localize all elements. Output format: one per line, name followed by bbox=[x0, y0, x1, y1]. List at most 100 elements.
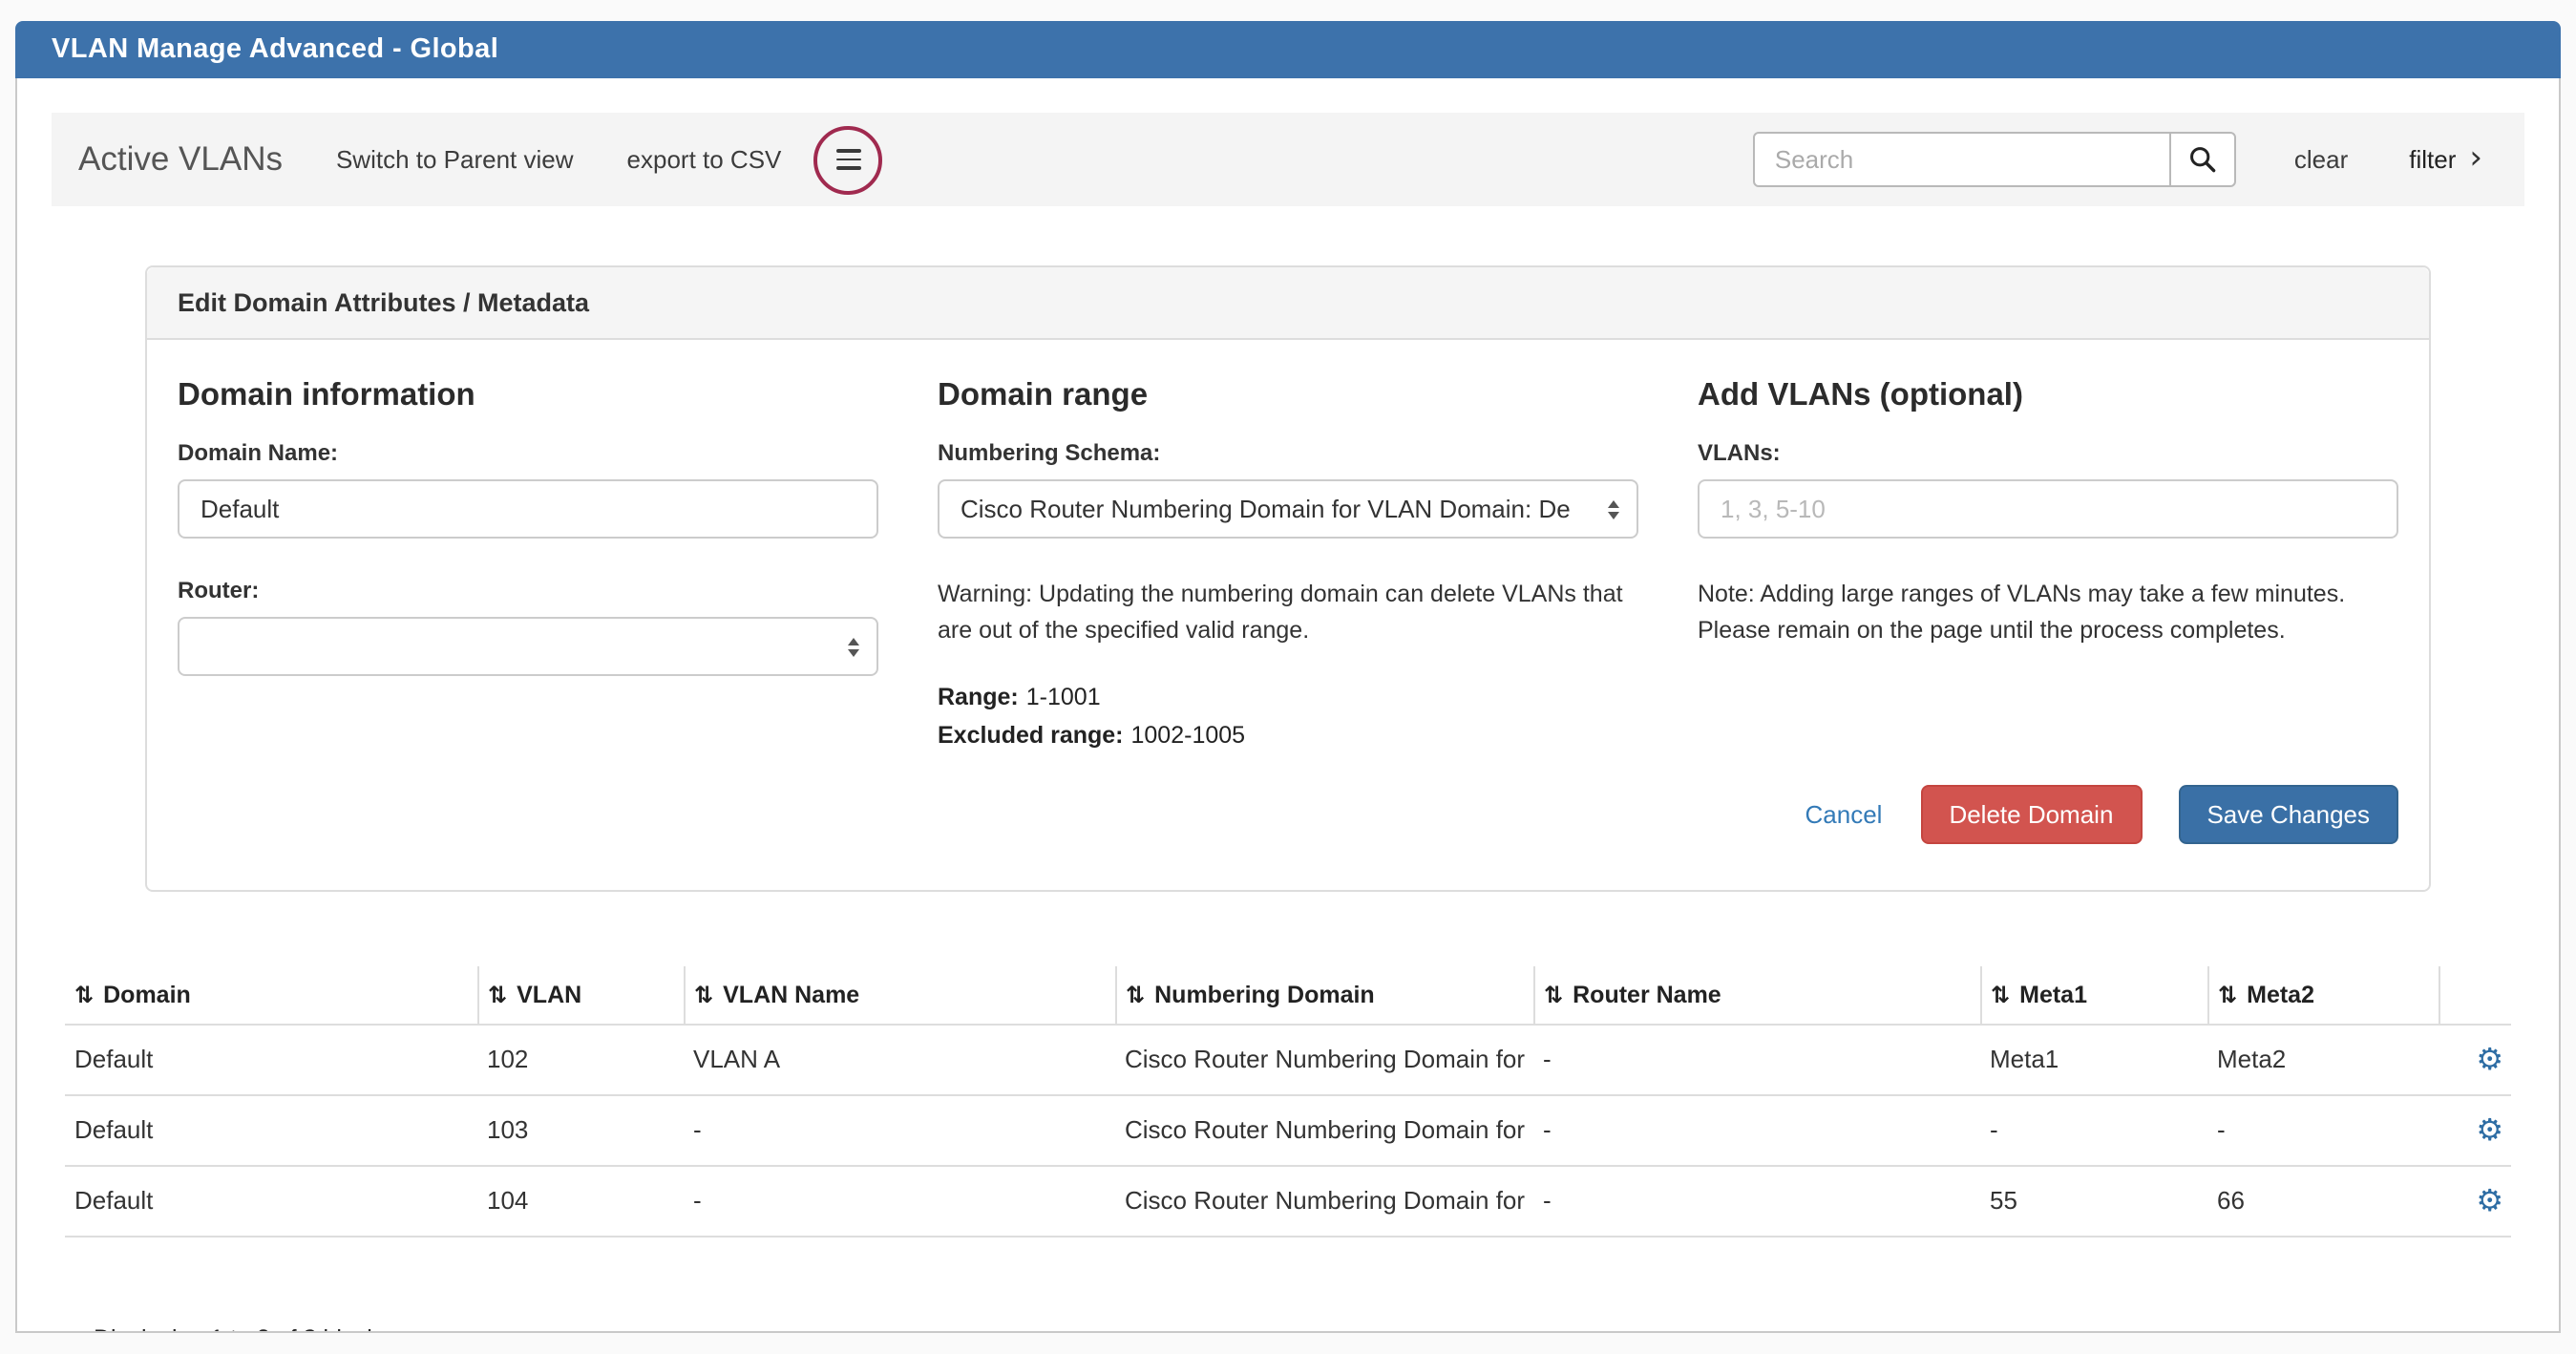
menu-button[interactable] bbox=[813, 125, 882, 194]
numbering-warning-text: Warning: Updating the numbering domain c… bbox=[938, 577, 1638, 651]
edit-domain-panel: Edit Domain Attributes / Metadata Domain… bbox=[145, 265, 2431, 892]
page-heading: Active VLANs bbox=[78, 139, 283, 180]
section-domain-information: Domain information Domain Name: Router: bbox=[178, 378, 878, 754]
table-footer: Displaying 1 to 3 of 3 blocks bbox=[94, 1325, 2511, 1334]
range-info: Range: 1-1001 Excluded range: 1002-1005 bbox=[938, 678, 1638, 754]
cell-vlan: 102 bbox=[477, 1025, 684, 1095]
column-header-meta1[interactable]: ⇅Meta1 bbox=[1980, 966, 2207, 1025]
cell-vlan-name: VLAN A bbox=[684, 1025, 1115, 1095]
filter-link[interactable]: filter › bbox=[2409, 143, 2482, 176]
domain-name-label: Domain Name: bbox=[178, 439, 878, 466]
domain-range-heading: Domain range bbox=[938, 378, 1638, 414]
row-settings-gear-icon[interactable]: ⚙ bbox=[2476, 1041, 2503, 1077]
row-settings-gear-icon[interactable]: ⚙ bbox=[2476, 1182, 2503, 1218]
toolbar: Active VLANs Switch to Parent view expor… bbox=[52, 113, 2524, 206]
export-csv-link[interactable]: export to CSV bbox=[627, 145, 782, 174]
column-header-meta2[interactable]: ⇅Meta2 bbox=[2207, 966, 2439, 1025]
delete-domain-button[interactable]: Delete Domain bbox=[1920, 785, 2142, 844]
main-content: Active VLANs Switch to Parent view expor… bbox=[15, 78, 2561, 1333]
window-title: VLAN Manage Advanced - Global bbox=[52, 34, 498, 65]
column-header-domain[interactable]: ⇅Domain bbox=[65, 966, 477, 1025]
column-header-numbering-domain[interactable]: ⇅Numbering Domain bbox=[1115, 966, 1533, 1025]
column-header-router-name[interactable]: ⇅Router Name bbox=[1533, 966, 1980, 1025]
domain-name-field: Domain Name: bbox=[178, 439, 878, 539]
excluded-range-label: Excluded range: bbox=[938, 722, 1124, 749]
numbering-schema-select[interactable]: Cisco Router Numbering Domain for VLAN D… bbox=[938, 479, 1638, 539]
save-changes-button[interactable]: Save Changes bbox=[2178, 785, 2398, 844]
add-vlans-heading: Add VLANs (optional) bbox=[1698, 378, 2398, 414]
footer-suffix: blocks bbox=[317, 1325, 391, 1334]
select-arrows-icon bbox=[848, 637, 859, 656]
switch-to-parent-view-link[interactable]: Switch to Parent view bbox=[336, 145, 574, 174]
router-select[interactable] bbox=[178, 617, 878, 676]
row-settings-gear-icon[interactable]: ⚙ bbox=[2476, 1111, 2503, 1148]
search-input[interactable] bbox=[1754, 132, 2172, 187]
table-row: Default 103 - Cisco Router Numbering Dom… bbox=[65, 1095, 2511, 1166]
range-value: 1-1001 bbox=[1026, 684, 1101, 710]
chevron-right-icon: › bbox=[2469, 143, 2482, 176]
filter-label: filter bbox=[2409, 145, 2456, 174]
sort-icon: ⇅ bbox=[1126, 982, 1145, 1008]
cell-router-name: - bbox=[1533, 1095, 1980, 1166]
sort-icon: ⇅ bbox=[1991, 982, 2010, 1008]
select-arrows-icon bbox=[1608, 499, 1619, 518]
sort-icon: ⇅ bbox=[694, 982, 713, 1008]
cell-meta2: Meta2 bbox=[2207, 1025, 2439, 1095]
vlans-field: VLANs: bbox=[1698, 439, 2398, 539]
table-row: Default 102 VLAN A Cisco Router Numberin… bbox=[65, 1025, 2511, 1095]
domain-information-heading: Domain information bbox=[178, 378, 878, 414]
clear-link[interactable]: clear bbox=[2294, 145, 2348, 174]
column-header-actions bbox=[2439, 966, 2511, 1025]
numbering-schema-label: Numbering Schema: bbox=[938, 439, 1638, 466]
sort-icon: ⇅ bbox=[488, 982, 507, 1008]
cell-vlan-name: - bbox=[684, 1095, 1115, 1166]
panel-body: Domain information Domain Name: Router: bbox=[147, 340, 2429, 890]
cell-domain: Default bbox=[65, 1025, 477, 1095]
cell-vlan: 104 bbox=[477, 1166, 684, 1237]
numbering-schema-field: Numbering Schema: Cisco Router Numbering… bbox=[938, 439, 1638, 539]
excluded-range-value: 1002-1005 bbox=[1131, 722, 1246, 749]
cell-numbering-domain: Cisco Router Numbering Domain for … bbox=[1115, 1095, 1533, 1166]
sort-icon: ⇅ bbox=[2218, 982, 2237, 1008]
section-add-vlans: Add VLANs (optional) VLANs: Note: Adding… bbox=[1698, 378, 2398, 754]
cell-meta2: 66 bbox=[2207, 1166, 2439, 1237]
footer-prefix: Displaying 1 to 3 of bbox=[94, 1325, 304, 1334]
cell-router-name: - bbox=[1533, 1025, 1980, 1095]
window-titlebar: VLAN Manage Advanced - Global bbox=[15, 21, 2561, 78]
panel-title: Edit Domain Attributes / Metadata bbox=[147, 267, 2429, 340]
search-icon bbox=[2189, 145, 2218, 174]
table-header-row: ⇅Domain ⇅VLAN ⇅VLAN Name ⇅Numbering Doma… bbox=[65, 966, 2511, 1025]
app-window: VLAN Manage Advanced - Global Active VLA… bbox=[15, 21, 2561, 1333]
router-label: Router: bbox=[178, 577, 878, 603]
domain-name-input[interactable] bbox=[178, 479, 878, 539]
vlans-table-wrap: ⇅Domain ⇅VLAN ⇅VLAN Name ⇅Numbering Doma… bbox=[65, 966, 2511, 1334]
column-header-vlan-name[interactable]: ⇅VLAN Name bbox=[684, 966, 1115, 1025]
section-domain-range: Domain range Numbering Schema: Cisco Rou… bbox=[938, 378, 1638, 754]
vlans-input[interactable] bbox=[1698, 479, 2398, 539]
cell-domain: Default bbox=[65, 1166, 477, 1237]
search-button[interactable] bbox=[2170, 132, 2237, 187]
cell-vlan-name: - bbox=[684, 1166, 1115, 1237]
page: VLAN Manage Advanced - Global Active VLA… bbox=[0, 21, 2576, 1354]
footer-count: 3 bbox=[304, 1325, 317, 1334]
range-line: Range: 1-1001 bbox=[938, 678, 1638, 716]
cancel-button[interactable]: Cancel bbox=[1805, 800, 1883, 829]
column-header-vlan[interactable]: ⇅VLAN bbox=[477, 966, 684, 1025]
cell-numbering-domain: Cisco Router Numbering Domain for … bbox=[1115, 1166, 1533, 1237]
sort-icon: ⇅ bbox=[74, 982, 94, 1008]
panel-actions: Cancel Delete Domain Save Changes bbox=[178, 785, 2398, 844]
vlans-table: ⇅Domain ⇅VLAN ⇅VLAN Name ⇅Numbering Doma… bbox=[65, 966, 2511, 1238]
numbering-schema-value: Cisco Router Numbering Domain for VLAN D… bbox=[961, 495, 1596, 523]
table-row: Default 104 - Cisco Router Numbering Dom… bbox=[65, 1166, 2511, 1237]
panel-columns: Domain information Domain Name: Router: bbox=[178, 378, 2398, 754]
cell-domain: Default bbox=[65, 1095, 477, 1166]
cell-vlan: 103 bbox=[477, 1095, 684, 1166]
range-label: Range: bbox=[938, 684, 1019, 710]
cell-meta2: - bbox=[2207, 1095, 2439, 1166]
vlans-note-text: Note: Adding large ranges of VLANs may t… bbox=[1698, 577, 2398, 651]
toolbar-right-group: clear filter › bbox=[1754, 132, 2482, 187]
cell-meta1: - bbox=[1980, 1095, 2207, 1166]
router-select-value bbox=[201, 634, 836, 659]
router-field: Router: bbox=[178, 577, 878, 676]
cell-meta1: 55 bbox=[1980, 1166, 2207, 1237]
